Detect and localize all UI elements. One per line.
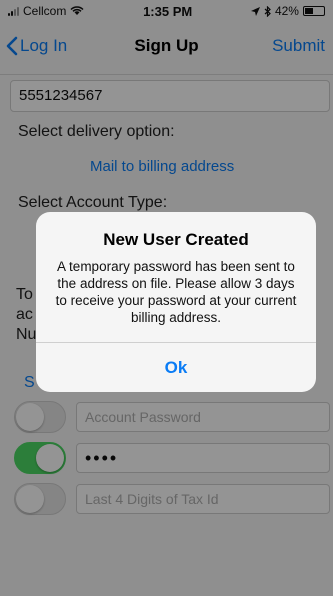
alert-ok-button[interactable]: Ok [36, 343, 316, 392]
alert-title: New User Created [103, 230, 249, 249]
sign-up-screen: Cellcom 1:35 PM 42% Log In Sign Up Submi… [0, 0, 333, 596]
alert-message: A temporary password has been sent to th… [55, 259, 297, 325]
alert-dialog: New User Created A temporary password ha… [36, 212, 316, 392]
